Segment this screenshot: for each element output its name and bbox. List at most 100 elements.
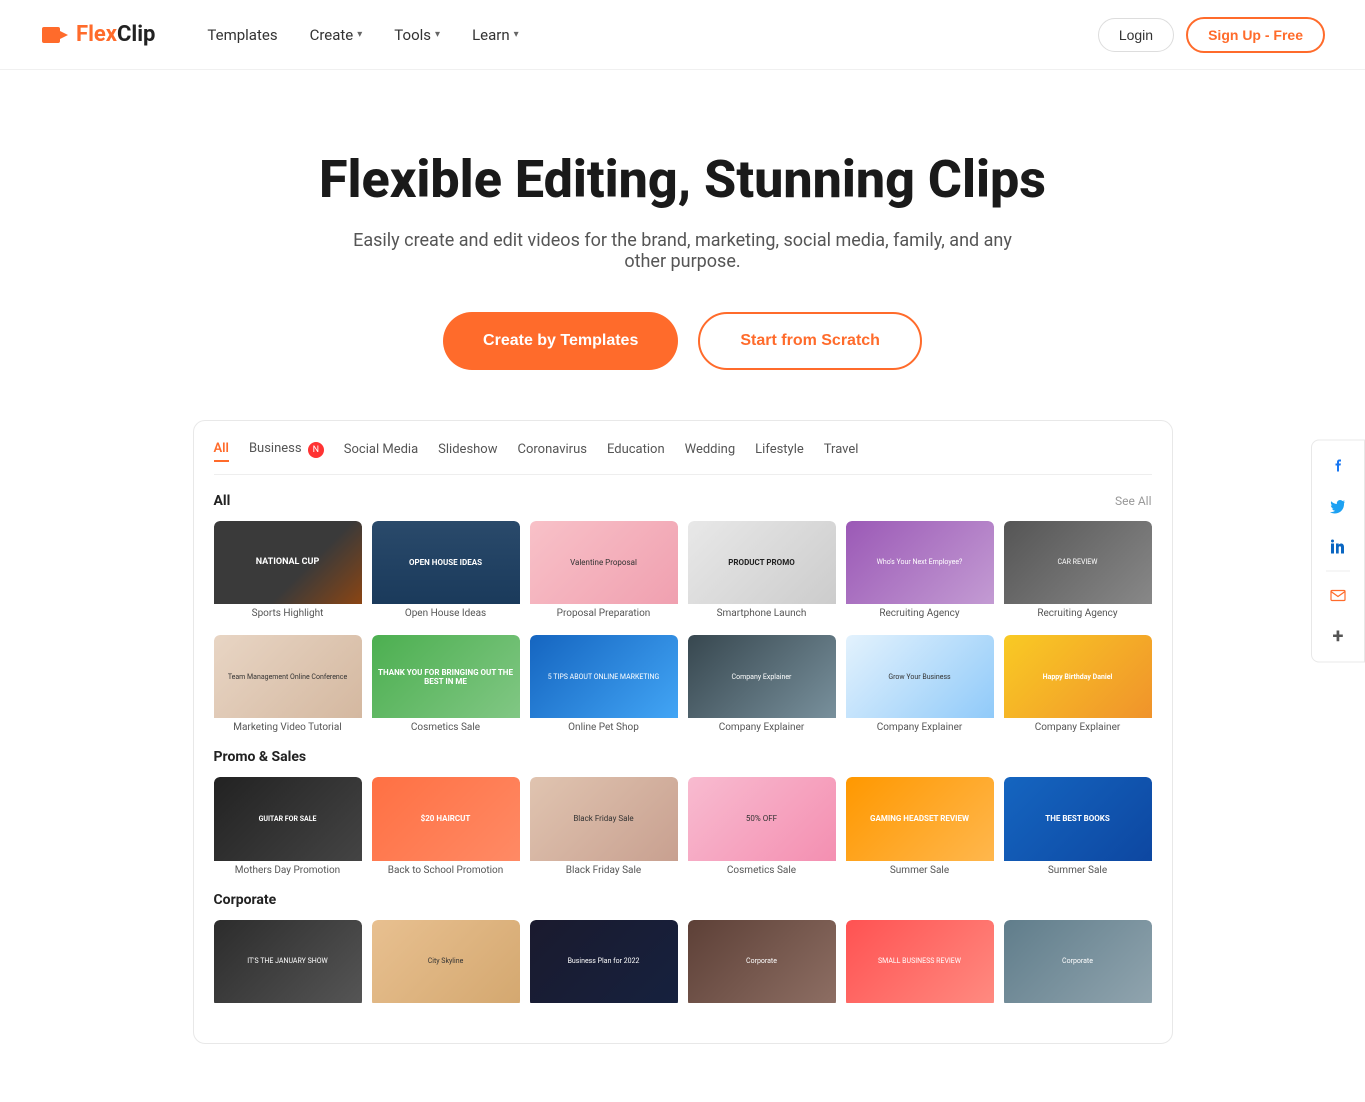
template-birthday[interactable]: Happy Birthday Daniel Company Explainer <box>1004 635 1152 733</box>
template-preview: All Business N Social Media Slideshow Co… <box>193 420 1173 1044</box>
thumb-company2: Grow Your Business <box>846 635 994 718</box>
template-petshop[interactable]: 5 TIPS ABOUT ONLINE MARKETING Online Pet… <box>530 635 678 733</box>
business-badge: N <box>308 442 324 458</box>
tab-socialmedia[interactable]: Social Media <box>344 442 418 461</box>
thumb-sports: NATIONAL CUP <box>214 521 362 604</box>
hero-section: Flexible Editing, Stunning Clips Easily … <box>0 70 1365 420</box>
thumb-corp2: City Skyline <box>372 920 520 1003</box>
tab-travel[interactable]: Travel <box>824 442 859 461</box>
logo-icon <box>40 19 72 51</box>
create-chevron-icon: ▾ <box>357 29 362 40</box>
thumb-summer2: THE BEST BOOKS <box>1004 777 1152 860</box>
template-cosmetics[interactable]: THANK YOU FOR BRINGING OUT THE BEST IN M… <box>372 635 520 733</box>
label-cosmetics: Cosmetics Sale <box>372 722 520 733</box>
thumb-cosmetics2: 50% OFF <box>688 777 836 860</box>
hero-subheadline: Easily create and edit videos for the br… <box>333 230 1033 272</box>
navbar: FlexClip Templates Create ▾ Tools ▾ Lear… <box>0 0 1365 70</box>
template-proposal[interactable]: Valentine Proposal Proposal Preparation <box>530 521 678 619</box>
nav-templates[interactable]: Templates <box>195 18 289 52</box>
template-sports[interactable]: NATIONAL CUP Sports Highlight <box>214 521 362 619</box>
template-openhouse[interactable]: OPEN HOUSE IDEAS Open House Ideas <box>372 521 520 619</box>
email-icon <box>1330 588 1346 604</box>
start-scratch-button[interactable]: Start from Scratch <box>698 312 922 370</box>
template-recruiting1[interactable]: Who's Your Next Employee? Recruiting Age… <box>846 521 994 619</box>
more-share-button[interactable]: + <box>1320 618 1356 654</box>
tab-coronavirus[interactable]: Coronavirus <box>518 442 587 461</box>
template-corp4[interactable]: Corporate <box>688 920 836 1007</box>
label-mothers: Mothers Day Promotion <box>214 865 362 876</box>
thumb-proposal: Valentine Proposal <box>530 521 678 604</box>
all-section-header: All See All <box>214 493 1152 509</box>
thumb-corp5: SMALL BUSINESS REVIEW <box>846 920 994 1003</box>
tab-slideshow[interactable]: Slideshow <box>438 442 497 461</box>
tab-wedding[interactable]: Wedding <box>685 442 736 461</box>
label-sports: Sports Highlight <box>214 608 362 619</box>
learn-chevron-icon: ▾ <box>514 29 519 40</box>
twitter-icon <box>1330 499 1346 515</box>
thumb-petshop: 5 TIPS ABOUT ONLINE MARKETING <box>530 635 678 718</box>
signup-button[interactable]: Sign Up - Free <box>1186 17 1325 53</box>
tools-chevron-icon: ▾ <box>435 29 440 40</box>
nav-create[interactable]: Create ▾ <box>298 18 375 52</box>
template-school[interactable]: $20 HAIRCUT Back to School Promotion <box>372 777 520 875</box>
template-mothers[interactable]: GUITAR FOR SALE Mothers Day Promotion <box>214 777 362 875</box>
linkedin-icon <box>1330 539 1346 555</box>
login-button[interactable]: Login <box>1098 18 1174 52</box>
label-school: Back to School Promotion <box>372 865 520 876</box>
thumb-corp4: Corporate <box>688 920 836 1003</box>
template-summer1[interactable]: GAMING HEADSET REVIEW Summer Sale <box>846 777 994 875</box>
corporate-template-grid: IT'S THE JANUARY SHOW City Skyline Busin… <box>214 920 1152 1007</box>
template-recruiting2[interactable]: CAR REVIEW Recruiting Agency <box>1004 521 1152 619</box>
thumb-recruiting1: Who's Your Next Employee? <box>846 521 994 604</box>
template-summer2[interactable]: THE BEST BOOKS Summer Sale <box>1004 777 1152 875</box>
thumb-openhouse: OPEN HOUSE IDEAS <box>372 521 520 604</box>
all-template-grid: NATIONAL CUP Sports Highlight OPEN HOUSE… <box>214 521 1152 619</box>
label-summer2: Summer Sale <box>1004 865 1152 876</box>
logo[interactable]: FlexClip <box>40 19 155 51</box>
logo-text: FlexClip <box>76 22 155 47</box>
template-corp2[interactable]: City Skyline <box>372 920 520 1007</box>
tab-business[interactable]: Business N <box>249 441 324 462</box>
promo-section-header: Promo & Sales <box>214 749 1152 765</box>
template-marketing[interactable]: Team Management Online Conference Market… <box>214 635 362 733</box>
facebook-button[interactable] <box>1320 449 1356 485</box>
thumb-birthday: Happy Birthday Daniel <box>1004 635 1152 718</box>
template-corp6[interactable]: Corporate <box>1004 920 1152 1007</box>
facebook-icon <box>1330 459 1346 475</box>
email-button[interactable] <box>1320 578 1356 614</box>
label-birthday: Company Explainer <box>1004 722 1152 733</box>
tab-lifestyle[interactable]: Lifestyle <box>755 442 804 461</box>
label-recruiting2: Recruiting Agency <box>1004 608 1152 619</box>
label-petshop: Online Pet Shop <box>530 722 678 733</box>
label-smartphone: Smartphone Launch <box>688 608 836 619</box>
promo-template-grid: GUITAR FOR SALE Mothers Day Promotion $2… <box>214 777 1152 875</box>
template-corp1[interactable]: IT'S THE JANUARY SHOW <box>214 920 362 1007</box>
thumb-smartphone: PRODUCT PROMO <box>688 521 836 604</box>
label-summer1: Summer Sale <box>846 865 994 876</box>
hero-buttons: Create by Templates Start from Scratch <box>40 312 1325 370</box>
nav-learn[interactable]: Learn ▾ <box>460 18 531 52</box>
nav-actions: Login Sign Up - Free <box>1098 17 1325 53</box>
template-smartphone[interactable]: PRODUCT PROMO Smartphone Launch <box>688 521 836 619</box>
see-all-link[interactable]: See All <box>1115 494 1152 508</box>
label-blackfriday: Black Friday Sale <box>530 865 678 876</box>
linkedin-button[interactable] <box>1320 529 1356 565</box>
corporate-section-title: Corporate <box>214 892 277 908</box>
template-blackfriday[interactable]: Black Friday Sale Black Friday Sale <box>530 777 678 875</box>
nav-tools[interactable]: Tools ▾ <box>382 18 452 52</box>
twitter-button[interactable] <box>1320 489 1356 525</box>
thumb-blackfriday: Black Friday Sale <box>530 777 678 860</box>
thumb-school: $20 HAIRCUT <box>372 777 520 860</box>
label-recruiting1: Recruiting Agency <box>846 608 994 619</box>
template-cosmetics2[interactable]: 50% OFF Cosmetics Sale <box>688 777 836 875</box>
template-corp5[interactable]: SMALL BUSINESS REVIEW <box>846 920 994 1007</box>
template-corp3[interactable]: Business Plan for 2022 <box>530 920 678 1007</box>
tab-all[interactable]: All <box>214 441 229 462</box>
template-company2[interactable]: Grow Your Business Company Explainer <box>846 635 994 733</box>
hero-headline: Flexible Editing, Stunning Clips <box>40 150 1325 210</box>
tab-education[interactable]: Education <box>607 442 665 461</box>
thumb-recruiting2: CAR REVIEW <box>1004 521 1152 604</box>
create-templates-button[interactable]: Create by Templates <box>443 312 678 370</box>
template-company1[interactable]: Company Explainer Company Explainer <box>688 635 836 733</box>
social-divider <box>1326 571 1350 572</box>
